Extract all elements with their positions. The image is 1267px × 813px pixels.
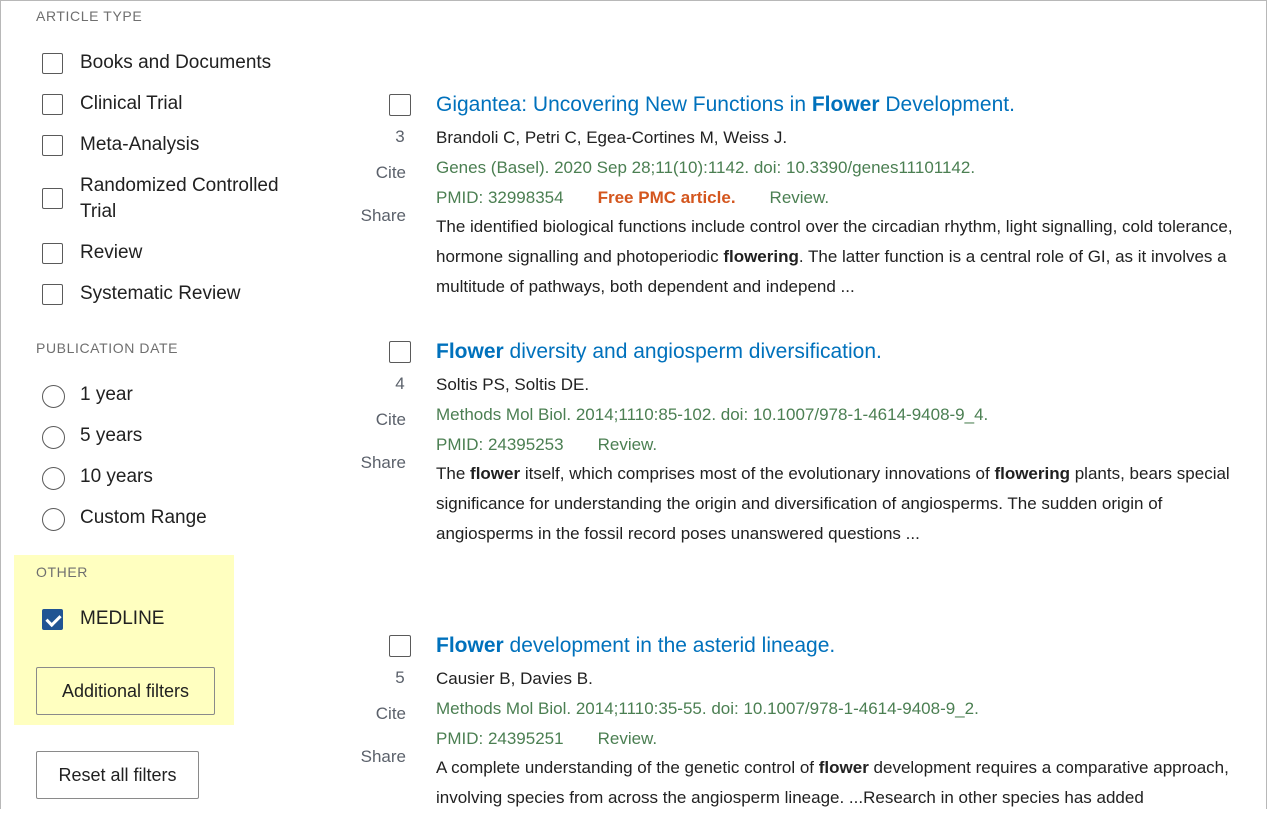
result-select-checkbox[interactable] [389, 94, 411, 116]
filter-clinical-trial[interactable]: Clinical Trial [42, 93, 183, 117]
share-button[interactable]: Share [346, 206, 406, 226]
date-filter-1-year[interactable]: 1 year [42, 384, 133, 408]
result-title-link[interactable]: Flower diversity and angiosperm diversif… [436, 340, 882, 364]
result-snippet: A complete understanding of the genetic … [436, 753, 1251, 813]
filter-label: Randomized Controlled Trial [80, 173, 279, 225]
snippet-highlight: flowering [723, 247, 799, 266]
date-filter-10-years[interactable]: 10 years [42, 466, 153, 490]
other-heading: OTHER [36, 564, 88, 580]
filter-books-and-documents[interactable]: Books and Documents [42, 52, 272, 76]
filter-label: MEDLINE [80, 608, 165, 629]
title-text: development in the asterid lineage. [503, 634, 836, 657]
publication-type: Review. [597, 729, 658, 748]
result-citation: Methods Mol Biol. 2014;1110:85-102. doi:… [436, 405, 989, 424]
result-title-link[interactable]: Gigantea: Uncovering New Functions in Fl… [436, 93, 1015, 117]
title-highlight: Flower [436, 340, 504, 363]
result-authors: Brandoli C, Petri C, Egea-Cortines M, We… [436, 128, 788, 147]
snippet-highlight: flowering [994, 464, 1070, 483]
additional-filters-button[interactable]: Additional filters [36, 667, 215, 715]
filter-review[interactable]: Review [42, 242, 143, 266]
result-authors: Causier B, Davies B. [436, 669, 593, 688]
checkbox[interactable] [42, 53, 63, 74]
title-text: Gigantea: Uncovering New Functions in [436, 93, 812, 116]
title-text: Development. [879, 93, 1015, 116]
filter-label: 10 years [80, 466, 153, 487]
snippet-highlight: flower [470, 464, 521, 483]
reset-all-filters-button[interactable]: Reset all filters [36, 751, 199, 799]
title-highlight: Flower [436, 634, 504, 657]
result-citation: Genes (Basel). 2020 Sep 28;11(10):1142. … [436, 158, 976, 177]
pmid: PMID: 32998354 [436, 188, 564, 207]
checkbox[interactable] [42, 135, 63, 156]
result-meta: PMID: 24395253 Review. [436, 435, 657, 455]
date-filter-5-years[interactable]: 5 years [42, 425, 143, 449]
checkbox[interactable] [42, 94, 63, 115]
cite-button[interactable]: Cite [346, 704, 406, 724]
share-button[interactable]: Share [346, 747, 406, 767]
snippet-text: The [436, 464, 471, 483]
filter-label: Review [80, 242, 143, 263]
result-meta: PMID: 24395251 Review. [436, 729, 657, 749]
filter-label: 5 years [80, 425, 143, 446]
publication-type: Review. [769, 188, 830, 207]
radio-button[interactable] [42, 467, 65, 490]
title-text: diversity and angiosperm diversification… [503, 340, 882, 363]
radio-button[interactable] [42, 508, 65, 531]
filter-label-line2: Trial [80, 201, 117, 222]
result-number: 4 [395, 374, 405, 393]
snippet-highlight: flower [818, 758, 869, 777]
filter-meta-analysis[interactable]: Meta-Analysis [42, 134, 200, 158]
result-number: 3 [395, 127, 405, 146]
snippet-text: A complete understanding of the genetic … [436, 758, 819, 777]
publication-date-heading: PUBLICATION DATE [36, 340, 179, 356]
title-highlight: Flower [811, 93, 880, 116]
checkbox[interactable] [42, 284, 63, 305]
filter-label: Custom Range [80, 507, 207, 528]
pmid: PMID: 24395253 [436, 435, 564, 454]
publication-type: Review. [597, 435, 658, 454]
filter-label: Books and Documents [80, 52, 272, 73]
filter-systematic-review[interactable]: Systematic Review [42, 283, 241, 307]
cite-button[interactable]: Cite [346, 163, 406, 183]
snippet-text: itself, which comprises most of the evol… [520, 464, 995, 483]
filter-label: Systematic Review [80, 283, 241, 304]
result-select-checkbox[interactable] [389, 341, 411, 363]
article-type-heading: ARTICLE TYPE [36, 8, 143, 24]
result-snippet: The identified biological functions incl… [436, 212, 1251, 302]
filter-randomized-controlled-trial[interactable]: Randomized Controlled Trial [42, 175, 279, 225]
share-button[interactable]: Share [346, 453, 406, 473]
result-number: 5 [395, 668, 405, 687]
checkbox[interactable] [42, 188, 63, 209]
radio-button[interactable] [42, 385, 65, 408]
filter-label-line1: Randomized Controlled [80, 175, 279, 196]
result-title-link[interactable]: Flower development in the asterid lineag… [436, 634, 835, 658]
filter-medline[interactable]: MEDLINE [42, 608, 165, 632]
radio-button[interactable] [42, 426, 65, 449]
result-authors: Soltis PS, Soltis DE. [436, 375, 590, 394]
free-pmc-link[interactable]: Free PMC article. [598, 188, 736, 207]
date-filter-custom-range[interactable]: Custom Range [42, 507, 207, 531]
checkbox[interactable] [42, 243, 63, 264]
result-snippet: The flower itself, which comprises most … [436, 459, 1251, 549]
filter-label: Clinical Trial [80, 93, 183, 114]
cite-button[interactable]: Cite [346, 410, 406, 430]
pmid: PMID: 24395251 [436, 729, 564, 748]
checkbox-checked[interactable] [42, 609, 63, 630]
filter-label: 1 year [80, 384, 133, 405]
result-citation: Methods Mol Biol. 2014;1110:35-55. doi: … [436, 699, 979, 718]
result-select-checkbox[interactable] [389, 635, 411, 657]
filter-label: Meta-Analysis [80, 134, 200, 155]
result-meta: PMID: 32998354 Free PMC article. Review. [436, 188, 829, 208]
